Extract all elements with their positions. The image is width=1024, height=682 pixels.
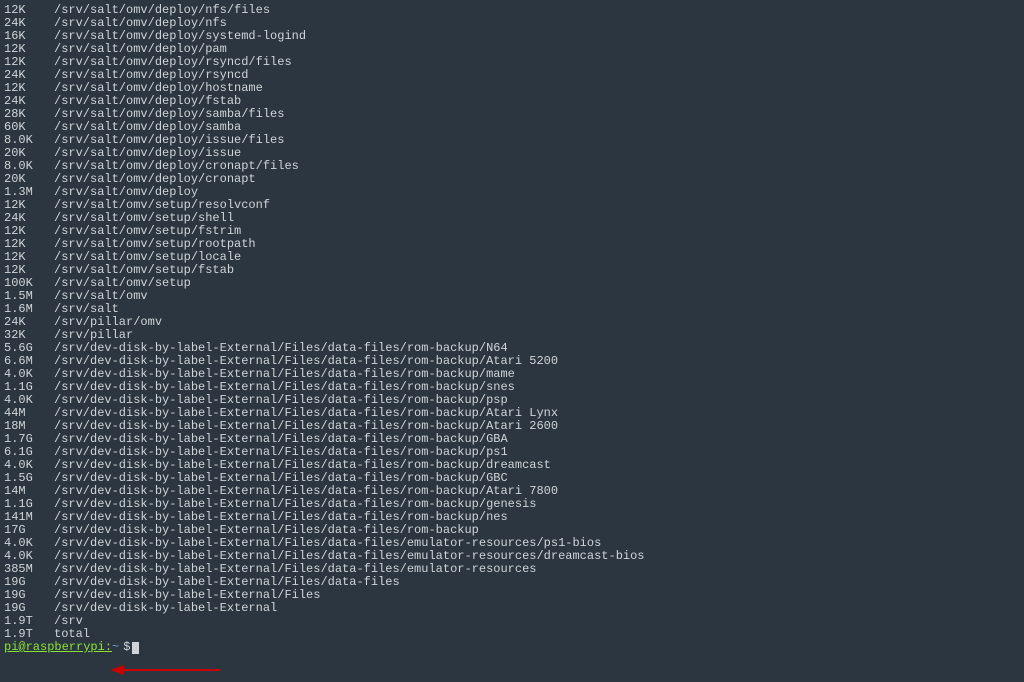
- prompt-symbol: $: [123, 641, 130, 654]
- terminal-output[interactable]: 12K/srv/salt/omv/deploy/nfs/files24K/srv…: [4, 4, 1020, 641]
- path-value: /srv/dev-disk-by-label-External: [54, 602, 277, 615]
- output-row: 100K/srv/salt/omv/setup: [4, 277, 1020, 290]
- output-row: 1.5M/srv/salt/omv: [4, 290, 1020, 303]
- arrow-annotation-icon: [110, 664, 220, 676]
- output-row: 1.9T/srv: [4, 615, 1020, 628]
- output-row: 19G/srv/dev-disk-by-label-External: [4, 602, 1020, 615]
- cursor-icon: [132, 642, 139, 654]
- shell-prompt[interactable]: pi@raspberrypi:~ $: [4, 641, 1020, 654]
- output-row: 1.9Ttotal: [4, 628, 1020, 641]
- prompt-separator: :: [105, 641, 112, 654]
- prompt-cwd: ~: [112, 641, 119, 654]
- output-row: 24K/srv/pillar/omv: [4, 316, 1020, 329]
- prompt-user-host: pi@raspberrypi: [4, 641, 105, 654]
